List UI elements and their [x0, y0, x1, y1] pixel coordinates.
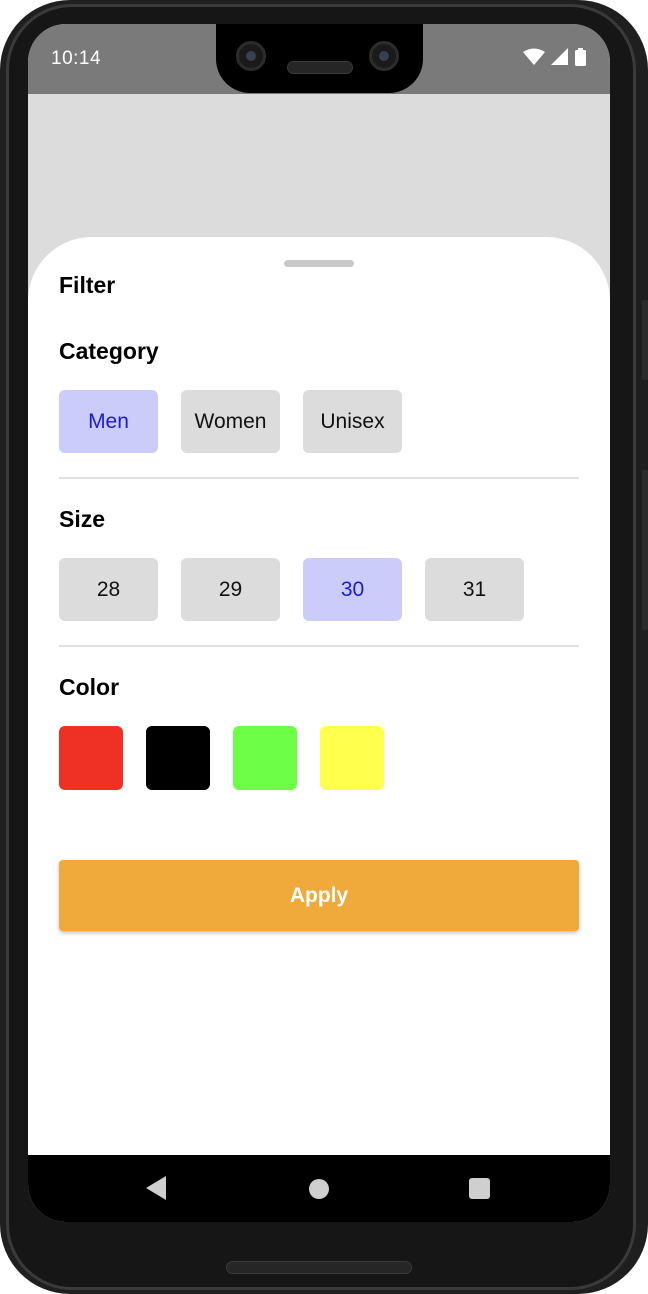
status-icons	[523, 48, 586, 66]
filter-bottom-sheet: Filter Category Men Women Unisex Size 28…	[28, 237, 610, 1155]
back-icon[interactable]	[146, 1176, 166, 1200]
size-chip-29[interactable]: 29	[181, 558, 280, 621]
category-chip-women[interactable]: Women	[181, 390, 280, 453]
sheet-title: Filter	[59, 272, 116, 298]
category-chip-unisex[interactable]: Unisex	[303, 390, 402, 453]
section-divider	[59, 645, 579, 647]
color-swatch-green[interactable]	[233, 726, 297, 790]
screen: 10:14 Filter Category Men Women Unisex S…	[28, 24, 610, 1222]
wifi-icon	[523, 48, 545, 65]
category-title: Category	[59, 338, 159, 364]
home-icon[interactable]	[309, 1179, 329, 1199]
recents-icon[interactable]	[469, 1178, 490, 1199]
category-options: Men Women Unisex	[59, 390, 402, 453]
color-swatch-yellow[interactable]	[320, 726, 384, 790]
section-divider	[59, 477, 579, 479]
status-time: 10:14	[51, 48, 102, 69]
color-title: Color	[59, 674, 120, 700]
apply-button[interactable]: Apply	[59, 860, 579, 931]
battery-icon	[575, 48, 586, 66]
bottom-speaker-grille	[226, 1261, 412, 1274]
system-navigation-bar	[28, 1155, 610, 1222]
category-chip-men[interactable]: Men	[59, 390, 158, 453]
phone-frame: 10:14 Filter Category Men Women Unisex S…	[0, 0, 648, 1294]
size-chip-31[interactable]: 31	[425, 558, 524, 621]
color-swatch-red[interactable]	[59, 726, 123, 790]
color-swatch-black[interactable]	[146, 726, 210, 790]
size-chip-30[interactable]: 30	[303, 558, 402, 621]
front-camera-icon	[369, 41, 399, 71]
size-options: 28 29 30 31	[59, 558, 524, 621]
size-title: Size	[59, 506, 106, 532]
volume-button	[642, 470, 648, 630]
power-button	[642, 300, 648, 380]
sheet-drag-handle[interactable]	[284, 260, 354, 267]
size-chip-28[interactable]: 28	[59, 558, 158, 621]
signal-icon	[551, 48, 568, 65]
earpiece-speaker	[287, 61, 353, 74]
color-options	[59, 726, 384, 790]
front-camera-icon	[236, 41, 266, 71]
camera-notch	[216, 24, 423, 93]
